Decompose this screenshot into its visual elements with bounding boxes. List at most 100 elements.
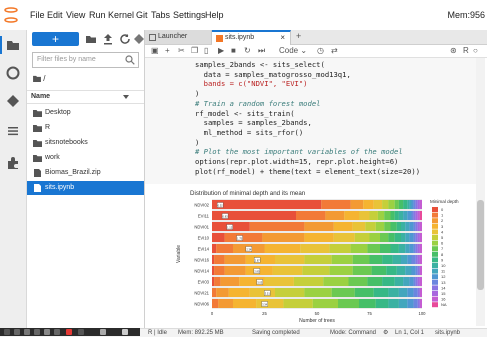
menu-tabs[interactable]: Tabs (151, 10, 170, 20)
menu-run[interactable]: Run (89, 10, 106, 20)
bar-segment (212, 200, 322, 209)
kernel-name[interactable]: R (463, 45, 469, 57)
running-icon[interactable] (6, 66, 20, 80)
file-name: R (45, 124, 51, 131)
bar-segment (405, 222, 410, 231)
bar-segment (212, 244, 217, 253)
bar-segment (419, 200, 422, 209)
file-row[interactable]: sits.ipynb (27, 181, 144, 195)
bar-segment (409, 277, 414, 286)
bar-segment (417, 233, 420, 242)
bar-segment (380, 233, 389, 242)
code-cell[interactable]: samples_2bands <- sits_select( data = sa… (145, 58, 477, 184)
cut-icon[interactable]: ✂ (178, 45, 185, 57)
add-tab-icon[interactable]: + (296, 31, 301, 41)
bar-segment (249, 288, 275, 297)
new-launcher-button[interactable]: + (32, 32, 79, 46)
menu-file[interactable]: File (30, 10, 45, 20)
bar-segment (275, 255, 305, 264)
folder-icon[interactable] (6, 38, 20, 52)
bar-segment (417, 244, 420, 253)
stop-icon[interactable]: ■ (231, 45, 236, 57)
code-editor[interactable]: samples_2bands <- sits_select( data = sa… (195, 60, 420, 176)
history-icon[interactable]: ◷ (317, 45, 324, 57)
restart-icon[interactable]: ↻ (244, 45, 251, 57)
taskbar-icon[interactable] (100, 329, 106, 335)
code-line: rf_model <- sits_train( (195, 108, 295, 118)
bar-segment (323, 277, 349, 286)
code-line: samples = samples_2bands, (195, 118, 312, 128)
breadcrumb[interactable]: / (33, 74, 45, 83)
bar-segment (398, 299, 408, 308)
taskbar-icon[interactable] (122, 329, 128, 335)
taskbar-icon[interactable] (44, 329, 50, 335)
menu-edit[interactable]: Edit (47, 10, 63, 20)
taskbar-icon[interactable] (14, 329, 20, 335)
legend-swatch (432, 291, 438, 296)
save-icon[interactable]: ▣ (151, 45, 159, 57)
cell-type-select[interactable]: Code ⌄ (279, 45, 307, 57)
legend-swatch (432, 263, 438, 268)
tab-bar: Launcher sits.ipynb × + (145, 30, 487, 45)
taskbar-icon[interactable] (34, 329, 40, 335)
new-button-label: + (51, 32, 59, 46)
bar-segment (386, 266, 397, 275)
legend-label: 3 (441, 224, 444, 229)
mean-depth-label: 0.52 (218, 204, 224, 208)
extension-icon[interactable] (6, 156, 20, 170)
git-icon[interactable] (6, 94, 20, 108)
bar-segment (419, 299, 422, 308)
upload-icon[interactable] (102, 33, 114, 45)
column-header-name[interactable]: Name (27, 90, 144, 104)
legend-swatch (432, 207, 438, 212)
bar-segment (304, 233, 334, 242)
file-row[interactable]: sitsnotebooks (27, 136, 144, 150)
git-clone-icon[interactable] (133, 33, 145, 45)
new-folder-icon[interactable] (85, 33, 97, 45)
taskbar-icon[interactable] (66, 329, 72, 335)
file-row[interactable]: work (27, 151, 144, 165)
fast-forward-icon[interactable]: ⏭ (258, 45, 265, 57)
file-icon (34, 169, 41, 177)
file-row[interactable]: R (27, 121, 144, 135)
bar-segment (417, 288, 420, 297)
copy-icon[interactable]: ❐ (191, 45, 198, 57)
jupyter-logo-icon (4, 7, 18, 23)
bar-segment (375, 299, 389, 308)
run-icon[interactable]: ▶ (218, 45, 224, 57)
legend-swatch (432, 279, 438, 285)
bar-segment (415, 255, 418, 264)
legend-swatch (432, 274, 438, 280)
file-row[interactable]: Biomas_Brazil.zip (27, 166, 144, 180)
bar-segment (352, 255, 370, 264)
tab-label: sits.ipynb (225, 34, 255, 41)
tab-launcher[interactable]: Launcher (145, 30, 212, 44)
scrollbar-thumb[interactable] (477, 200, 484, 290)
taskbar-icon[interactable] (54, 329, 60, 335)
bar-segment (367, 244, 380, 253)
menu-help[interactable]: Help (205, 10, 224, 20)
menu-git[interactable]: Git (136, 10, 148, 20)
legend-label: 10 (441, 263, 446, 268)
menu-settings[interactable]: Settings (173, 10, 206, 20)
taskbar-icon[interactable] (4, 329, 10, 335)
bar-segment (407, 255, 412, 264)
menu-kernel[interactable]: Kernel (108, 10, 134, 20)
bug-icon[interactable]: ⊛ (450, 45, 457, 57)
git-diff-icon[interactable]: ⇄ (331, 45, 338, 57)
bar-segment (407, 211, 412, 220)
close-icon[interactable]: × (280, 32, 285, 44)
tab-sits-notebook[interactable]: sits.ipynb × (212, 30, 291, 45)
insert-cell-icon[interactable]: + (165, 45, 170, 57)
filter-input[interactable]: Filter files by name (32, 52, 139, 68)
refresh-icon[interactable] (119, 33, 131, 45)
bar-segment (224, 255, 246, 264)
menu-view[interactable]: View (66, 10, 85, 20)
taskbar-icon[interactable] (78, 329, 84, 335)
bar-segment (403, 200, 408, 209)
file-row[interactable]: Desktop (27, 106, 144, 120)
bar-segment (352, 222, 366, 231)
paste-icon[interactable]: ▯ (204, 45, 208, 57)
commands-icon[interactable] (6, 124, 20, 138)
taskbar-icon[interactable] (24, 329, 30, 335)
